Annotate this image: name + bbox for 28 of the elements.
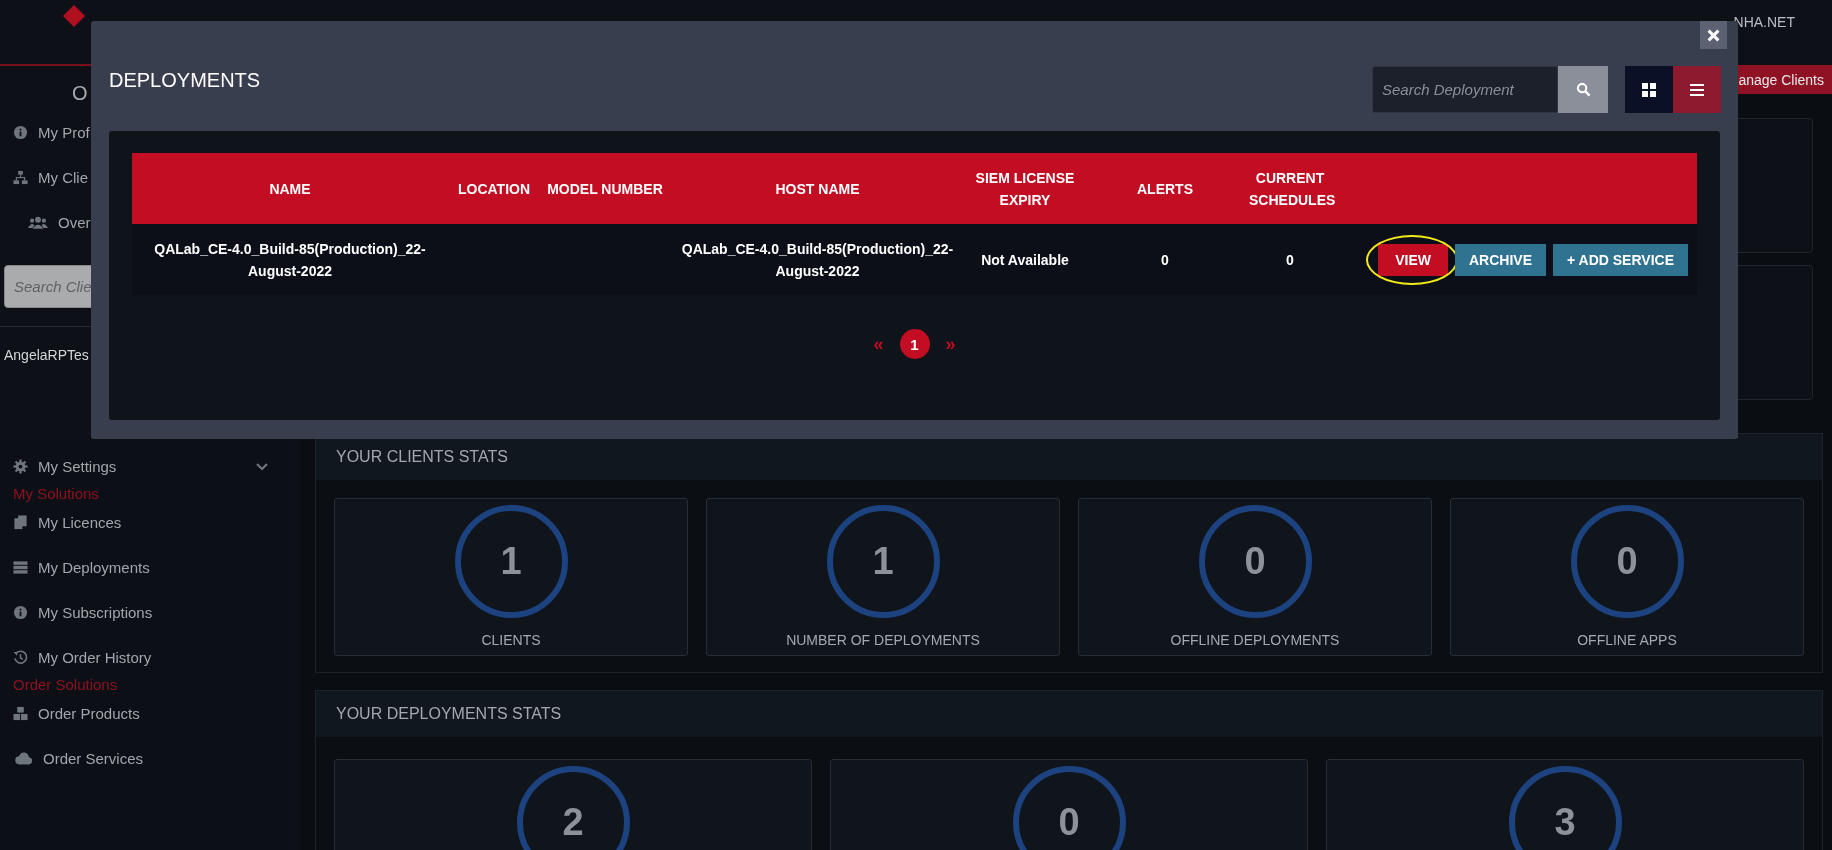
sidebar-heading: O — [71, 81, 86, 106]
column-header: HOST NAME — [775, 180, 860, 197]
stat-value: 0 — [1616, 540, 1638, 583]
stat-value: 3 — [1554, 801, 1576, 844]
table-cell: QALab_CE-4.0_Build-85(Production)_22-August-2022 — [154, 240, 426, 279]
table-cell: QALab_CE-4.0_Build-85(Production)_22-August-2022 — [681, 240, 954, 279]
column-header: ALERTS — [1137, 180, 1193, 197]
column-header: NAME — [269, 180, 311, 197]
stat-value: 0 — [1058, 801, 1080, 844]
column-header: MODEL NUMBER — [547, 180, 663, 197]
stat-label: NUMBER OF DEPLOYMENTS — [786, 632, 980, 648]
stat-value: 1 — [500, 540, 522, 583]
panel-title: YOUR DEPLOYMENTS STATS — [316, 691, 1822, 737]
stat-value: 0 — [1244, 540, 1266, 583]
stat-label: CLIENTS — [481, 632, 541, 648]
table-cell: 0 — [1286, 251, 1294, 268]
dialog-title: DEPLOYMENTS — [109, 68, 261, 93]
column-header: SIEM LICENSE EXPIRY — [975, 169, 1075, 208]
column-header: LOCATION — [457, 180, 531, 197]
table-cell: 0 — [1161, 251, 1169, 268]
column-header: CURRENT SCHEDULES — [1249, 169, 1336, 208]
table-cell: Not Available — [981, 251, 1069, 268]
stat-label: OFFLINE DEPLOYMENTS — [1170, 632, 1340, 648]
stat-value: 1 — [872, 540, 894, 583]
stat-label: OFFLINE APPS — [1577, 632, 1677, 648]
stat-value: 2 — [562, 801, 584, 844]
section-heading: Order Solutions — [12, 675, 119, 695]
section-heading: My Solutions — [12, 484, 100, 504]
